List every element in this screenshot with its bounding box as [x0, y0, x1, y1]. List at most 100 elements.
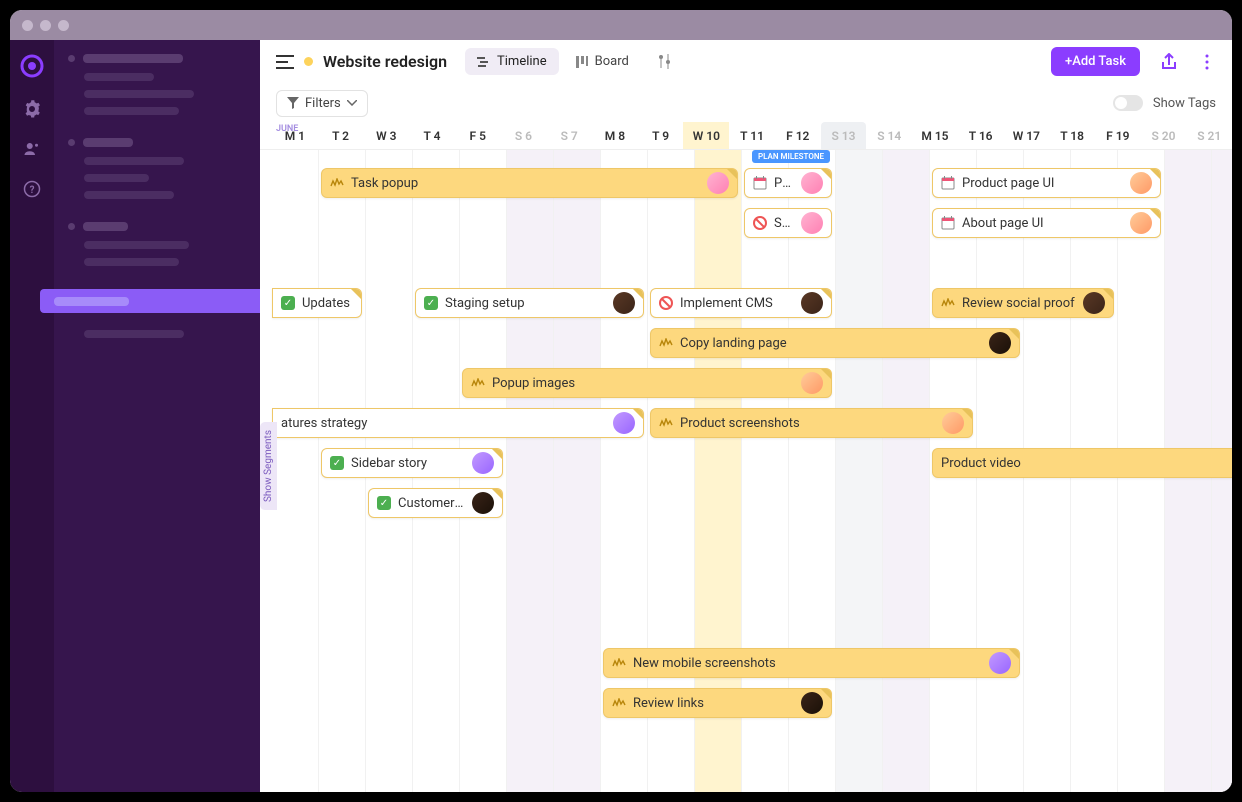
- filters-button[interactable]: Filters: [276, 90, 368, 117]
- task-card[interactable]: Product video: [932, 448, 1232, 478]
- svg-text:?: ?: [30, 185, 35, 196]
- avatar: [942, 412, 964, 434]
- task-label: Product screenshots: [680, 416, 935, 431]
- avatar: [1130, 172, 1152, 194]
- people-icon[interactable]: [23, 140, 41, 158]
- task-card[interactable]: ✓Sidebar story: [321, 448, 503, 478]
- day-header: F 5: [455, 122, 501, 149]
- task-card[interactable]: Produc: [744, 168, 832, 198]
- avatar: [801, 292, 823, 314]
- add-task-button[interactable]: +Add Task: [1051, 47, 1140, 76]
- show-segments-button[interactable]: Show Segments: [260, 422, 277, 510]
- avatar: [801, 172, 823, 194]
- toolbar: Website redesign Timeline Board +Add Tas…: [260, 40, 1232, 84]
- day-header: W 3: [363, 122, 409, 149]
- avatar: [989, 652, 1011, 674]
- task-label: Product video: [941, 456, 1232, 471]
- avatar: [801, 372, 823, 394]
- task-label: Updates: [302, 296, 353, 311]
- menu-icon[interactable]: [276, 55, 294, 69]
- task-label: Staging setup: [445, 296, 606, 311]
- task-card[interactable]: New mobile screenshots: [603, 648, 1020, 678]
- day-header: S 13: [821, 122, 867, 149]
- titlebar: [10, 10, 1232, 40]
- task-label: New mobile screenshots: [633, 656, 982, 671]
- task-card[interactable]: Social: [744, 208, 832, 238]
- task-label: Task popup: [351, 176, 700, 191]
- task-card[interactable]: Implement CMS: [650, 288, 832, 318]
- task-card[interactable]: Task popup: [321, 168, 738, 198]
- task-card[interactable]: Product page UI: [932, 168, 1161, 198]
- day-header: W 10: [683, 122, 729, 149]
- show-tags-label: Show Tags: [1153, 96, 1216, 111]
- avatar: [472, 492, 494, 514]
- traffic-min[interactable]: [40, 20, 51, 31]
- sidebar-item-active[interactable]: [40, 289, 274, 313]
- project-title: Website redesign: [323, 52, 447, 71]
- avatar: [801, 692, 823, 714]
- task-label: Produc: [774, 176, 794, 191]
- avatar: [1130, 212, 1152, 234]
- share-icon[interactable]: [1160, 53, 1178, 71]
- task-label: Review social proof: [962, 296, 1076, 311]
- task-label: Popup images: [492, 376, 794, 391]
- task-label: Social: [774, 216, 794, 231]
- task-card[interactable]: ✓Customer storie: [368, 488, 503, 518]
- main-content: Website redesign Timeline Board +Add Tas…: [260, 40, 1232, 792]
- task-card[interactable]: Product screenshots: [650, 408, 973, 438]
- day-header: W 17: [1004, 122, 1050, 149]
- task-card[interactable]: Popup images: [462, 368, 832, 398]
- day-header: F 12: [775, 122, 821, 149]
- task-card[interactable]: atures strategy: [272, 408, 644, 438]
- day-header: T 16: [958, 122, 1004, 149]
- timeline-icon: [477, 55, 491, 69]
- day-header: S 1436: [866, 122, 912, 149]
- day-header: S 20: [1141, 122, 1187, 149]
- task-card[interactable]: Review social proof: [932, 288, 1114, 318]
- day-header: S 735: [546, 122, 592, 149]
- avatar: [801, 212, 823, 234]
- day-header: S 6: [501, 122, 547, 149]
- view-timeline-button[interactable]: Timeline: [465, 48, 559, 75]
- sidebar: [54, 40, 260, 792]
- day-header: F 19: [1095, 122, 1141, 149]
- project-status-dot: [304, 57, 313, 66]
- avatar: [1083, 292, 1105, 314]
- task-label: Review links: [633, 696, 794, 711]
- traffic-max[interactable]: [58, 20, 69, 31]
- board-icon: [575, 55, 589, 69]
- app-logo-icon[interactable]: [20, 54, 44, 78]
- day-header: S 21: [1186, 122, 1232, 149]
- avatar: [613, 292, 635, 314]
- filter-icon: [287, 97, 299, 109]
- help-icon[interactable]: ?: [23, 180, 41, 198]
- task-card[interactable]: About page UI: [932, 208, 1161, 238]
- avatar: [472, 452, 494, 474]
- app-window: ?: [10, 10, 1232, 792]
- timeline-header: M 1T 2W 3T 4F 5S 6S 735M 8T 9W 10T 11F 1…: [260, 122, 1232, 150]
- view-board-button[interactable]: Board: [563, 48, 641, 75]
- task-card[interactable]: Copy landing page: [650, 328, 1020, 358]
- timeline[interactable]: JUNE M 1T 2W 3T 4F 5S 6S 735M 8T 9W 10T …: [260, 122, 1232, 792]
- settings-icon[interactable]: [23, 100, 41, 118]
- task-card[interactable]: Review links: [603, 688, 832, 718]
- task-label: Product page UI: [962, 176, 1123, 191]
- avatar: [613, 412, 635, 434]
- day-header: M 15: [912, 122, 958, 149]
- task-card[interactable]: ✓Staging setup: [415, 288, 644, 318]
- day-header: M 8: [592, 122, 638, 149]
- day-header: T 9: [638, 122, 684, 149]
- timeline-grid: Task popup Produc Product page UI Social Abo…: [272, 150, 1232, 792]
- task-card[interactable]: ✓Updates: [272, 288, 362, 318]
- more-icon[interactable]: [1198, 53, 1216, 71]
- traffic-close[interactable]: [22, 20, 33, 31]
- task-label: atures strategy: [281, 416, 606, 431]
- icon-rail: ?: [10, 40, 54, 792]
- avatar: [989, 332, 1011, 354]
- day-header: T 18: [1049, 122, 1095, 149]
- task-label: Implement CMS: [680, 296, 794, 311]
- sliders-icon[interactable]: [657, 54, 673, 70]
- day-header: M 1: [272, 122, 318, 149]
- show-tags-toggle[interactable]: [1113, 95, 1143, 111]
- task-label: Sidebar story: [351, 456, 465, 471]
